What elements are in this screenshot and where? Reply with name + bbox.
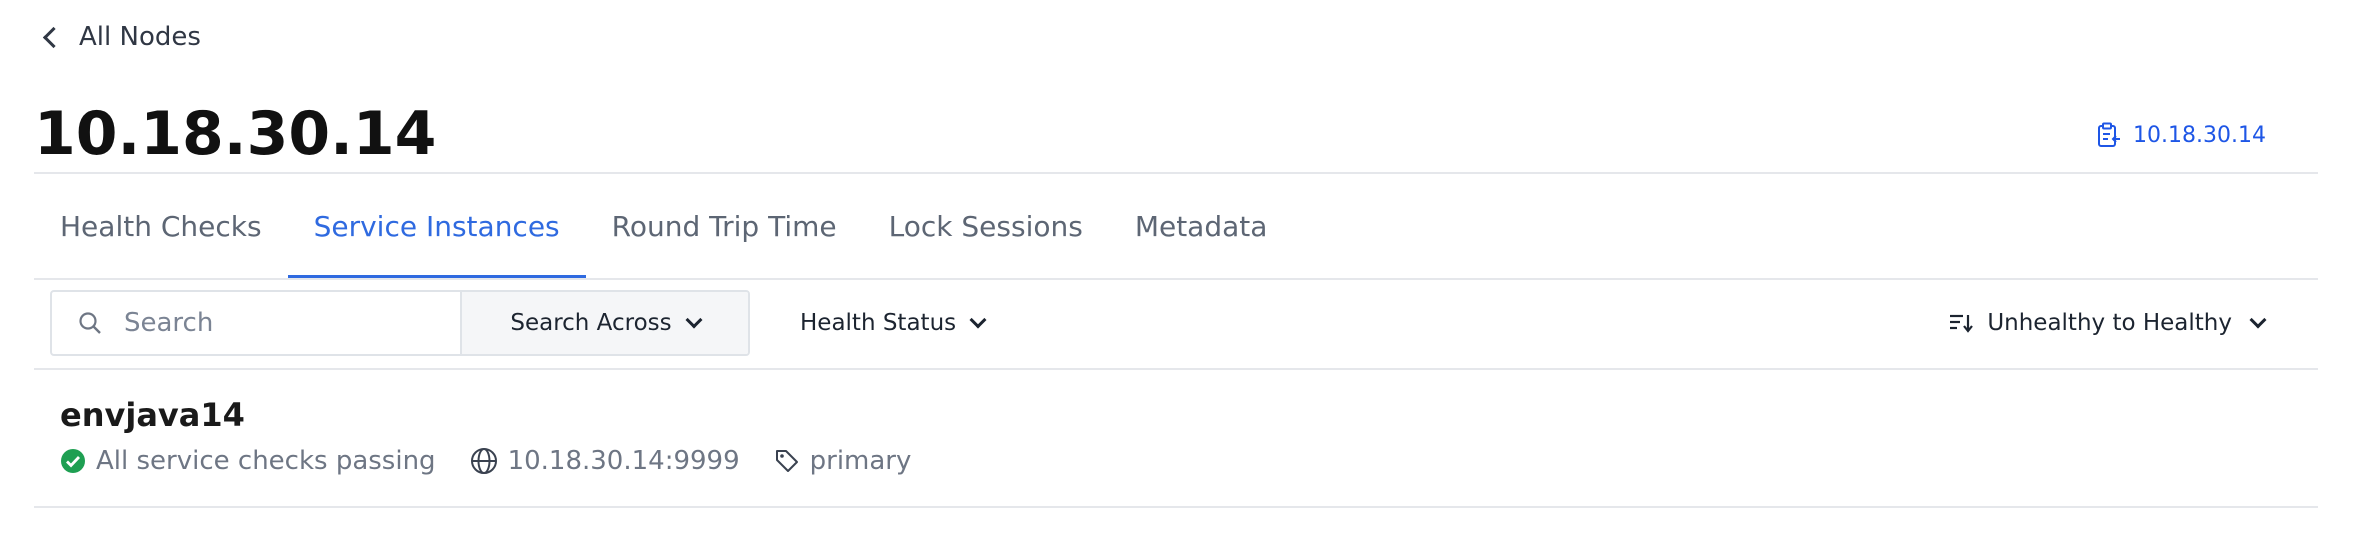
back-link-label: All Nodes <box>79 22 201 52</box>
copy-address-label: 10.18.30.14 <box>2133 122 2266 148</box>
instance-status-text: All service checks passing <box>96 446 436 476</box>
toolbar-divider <box>34 368 2318 370</box>
chevron-down-icon <box>685 311 703 329</box>
tag-icon <box>774 448 800 474</box>
check-circle-icon <box>60 448 86 474</box>
instance-meta: All service checks passing 10.18.30.14:9… <box>60 446 945 476</box>
search-input[interactable] <box>122 307 426 339</box>
instance-name: envjava14 <box>60 396 245 434</box>
chevron-down-icon <box>2249 311 2267 329</box>
search-across-label: Search Across <box>510 310 672 336</box>
search-across-dropdown[interactable]: Search Across <box>460 292 748 354</box>
tab-health-checks[interactable]: Health Checks <box>34 174 288 278</box>
sort-dropdown[interactable]: Unhealthy to Healthy <box>1949 290 2267 356</box>
tab-round-trip-time[interactable]: Round Trip Time <box>586 174 863 278</box>
health-status-label: Health Status <box>800 310 957 336</box>
sort-label: Unhealthy to Healthy <box>1987 310 2232 336</box>
search-icon <box>78 311 102 335</box>
tab-lock-sessions[interactable]: Lock Sessions <box>863 174 1109 278</box>
tab-bar: Health Checks Service Instances Round Tr… <box>34 174 1294 280</box>
health-status-dropdown[interactable]: Health Status <box>800 290 987 356</box>
instance-address-text: 10.18.30.14:9999 <box>507 446 740 476</box>
instance-tag: primary <box>774 446 912 476</box>
tabs-divider <box>34 278 2318 280</box>
chevron-left-icon <box>42 26 65 48</box>
list-divider <box>34 506 2318 508</box>
clipboard-copy-icon <box>2097 122 2121 148</box>
instance-tag-text: primary <box>809 446 912 476</box>
search-bar: Search Across <box>50 290 750 356</box>
tab-service-instances[interactable]: Service Instances <box>287 174 586 280</box>
page-title: 10.18.30.14 <box>34 99 437 169</box>
search-field <box>52 292 460 354</box>
chevron-down-icon <box>969 311 987 329</box>
back-to-all-nodes-link[interactable]: All Nodes <box>40 22 201 52</box>
sort-icon <box>1949 313 1974 333</box>
globe-icon <box>470 447 498 475</box>
list-item[interactable]: envjava14 All service checks passing 10.… <box>34 380 2318 506</box>
instance-health-status: All service checks passing <box>60 446 436 476</box>
tab-metadata[interactable]: Metadata <box>1109 174 1294 278</box>
instance-address: 10.18.30.14:9999 <box>470 446 740 476</box>
copy-address-button[interactable]: 10.18.30.14 <box>2097 122 2266 148</box>
